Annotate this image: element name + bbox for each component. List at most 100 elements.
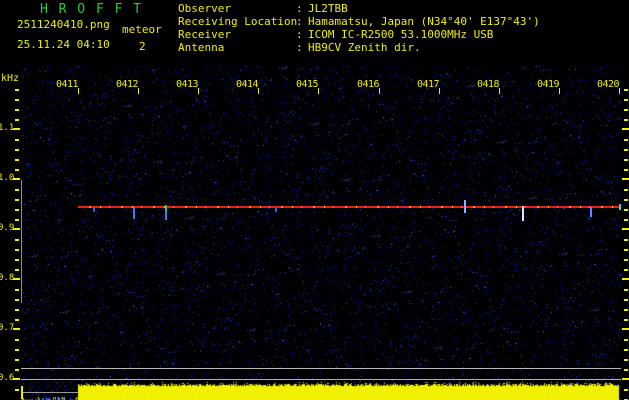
freq-major-tick-right: [622, 328, 629, 330]
info-label-antenna: Antenna: [178, 41, 225, 54]
meteor-echo-mark: [590, 207, 592, 217]
freq-minor-tick-right: [624, 139, 628, 141]
time-tick: [439, 88, 440, 94]
freq-minor-tick-right: [624, 389, 628, 391]
freq-minor-tick-right: [624, 199, 628, 201]
mode-label: meteor: [122, 23, 162, 36]
freq-minor-tick-left: [15, 259, 19, 261]
time-tick: [559, 88, 560, 94]
freq-minor-tick-left: [15, 139, 19, 141]
spectrogram-noise-canvas: [0, 0, 629, 400]
freq-minor-tick-right: [624, 189, 628, 191]
freq-minor-tick-right: [624, 309, 628, 311]
freq-minor-tick-left: [15, 109, 19, 111]
freq-minor-tick-right: [624, 269, 628, 271]
freq-major-tick-left: [13, 178, 20, 180]
freq-minor-tick-right: [624, 219, 628, 221]
freq-minor-tick-right: [624, 239, 628, 241]
freq-major-tick-left: [13, 128, 20, 130]
carrier-line: [78, 206, 620, 208]
freq-major-tick-right: [622, 128, 629, 130]
freq-tick-label: 0.9: [0, 223, 15, 233]
freq-minor-tick-left: [15, 189, 19, 191]
freq-minor-tick-right: [624, 319, 628, 321]
freq-minor-tick-right: [624, 339, 628, 341]
time-tick-label: 0414: [235, 79, 259, 90]
info-colon: :: [296, 41, 303, 54]
freq-minor-tick-right: [624, 369, 628, 371]
time-tick-label: 0413: [175, 79, 199, 90]
freq-minor-tick-left: [15, 359, 19, 361]
time-tick-label: 0415: [295, 79, 319, 90]
freq-major-tick-left: [13, 278, 20, 280]
freq-minor-tick-right: [624, 89, 628, 91]
interference-line: [21, 392, 78, 393]
time-tick: [138, 88, 139, 94]
time-tick-label: 0412: [115, 79, 139, 90]
freq-minor-tick-left: [15, 299, 19, 301]
info-label-receiver: Receiver: [178, 28, 231, 41]
freq-major-tick-left: [13, 328, 20, 330]
freq-tick-label: 0.8: [0, 273, 15, 283]
meteor-count: 2: [139, 40, 146, 53]
freq-minor-tick-left: [15, 249, 19, 251]
time-tick: [379, 88, 380, 94]
freq-minor-tick-right: [624, 289, 628, 291]
time-tick: [258, 88, 259, 94]
freq-major-tick-right: [622, 278, 629, 280]
freq-minor-tick-right: [624, 209, 628, 211]
freq-minor-tick-left: [15, 199, 19, 201]
freq-minor-tick-left: [15, 309, 19, 311]
freq-tick-label: 0.7: [0, 323, 15, 333]
info-value-location: Hamamatsu, Japan (N34°40' E137°43'): [308, 15, 540, 28]
freq-minor-tick-left: [15, 369, 19, 371]
time-tick: [499, 88, 500, 94]
freq-major-tick-right: [622, 378, 629, 380]
freq-minor-tick-left: [15, 89, 19, 91]
info-colon: :: [296, 15, 303, 28]
freq-minor-tick-right: [624, 349, 628, 351]
meteor-echo-mark: [165, 211, 167, 220]
freq-minor-tick-right: [624, 359, 628, 361]
freq-minor-tick-left: [15, 169, 19, 171]
meteor-echo-mark: [619, 204, 621, 210]
freq-tick-label: 1.1: [0, 123, 15, 133]
freq-major-tick-left: [13, 378, 20, 380]
freq-tick-label: 1.0: [0, 173, 15, 183]
freq-minor-tick-left: [15, 99, 19, 101]
freq-minor-tick-left: [15, 239, 19, 241]
info-colon: :: [296, 28, 303, 41]
freq-minor-tick-right: [624, 119, 628, 121]
freq-minor-tick-left: [15, 219, 19, 221]
hrofft-screen: H R O F F T 2511240410.png meteor 25.11.…: [0, 0, 629, 400]
start-marker-line: [21, 180, 22, 303]
time-tick: [198, 88, 199, 94]
time-tick: [318, 88, 319, 94]
freq-major-tick-right: [622, 178, 629, 180]
freq-tick-label: 0.6: [0, 373, 15, 383]
meteor-echo-mark: [464, 200, 466, 213]
freq-minor-tick-right: [624, 299, 628, 301]
freq-minor-tick-left: [15, 119, 19, 121]
freq-minor-tick-left: [15, 149, 19, 151]
meteor-echo-mark: [522, 206, 524, 221]
freq-minor-tick-left: [15, 339, 19, 341]
freq-minor-tick-left: [15, 289, 19, 291]
meteor-echo-mark: [275, 207, 277, 212]
freq-minor-tick-right: [624, 159, 628, 161]
interference-line: [21, 379, 621, 380]
meteor-echo-mark: [133, 207, 135, 219]
time-tick-label: 0418: [476, 79, 500, 90]
info-label-observer: Observer: [178, 2, 231, 15]
freq-minor-tick-left: [15, 389, 19, 391]
interference-line: [21, 368, 621, 369]
filename-label: 2511240410.png: [17, 18, 110, 31]
info-value-receiver: ICOM IC-R2500 53.1000MHz USB: [308, 28, 494, 41]
time-tick-label: 0417: [416, 79, 440, 90]
freq-minor-tick-left: [15, 269, 19, 271]
freq-minor-tick-left: [15, 349, 19, 351]
freq-minor-tick-right: [624, 259, 628, 261]
freq-minor-tick-left: [15, 159, 19, 161]
freq-minor-tick-left: [15, 319, 19, 321]
freq-major-tick-right: [622, 228, 629, 230]
